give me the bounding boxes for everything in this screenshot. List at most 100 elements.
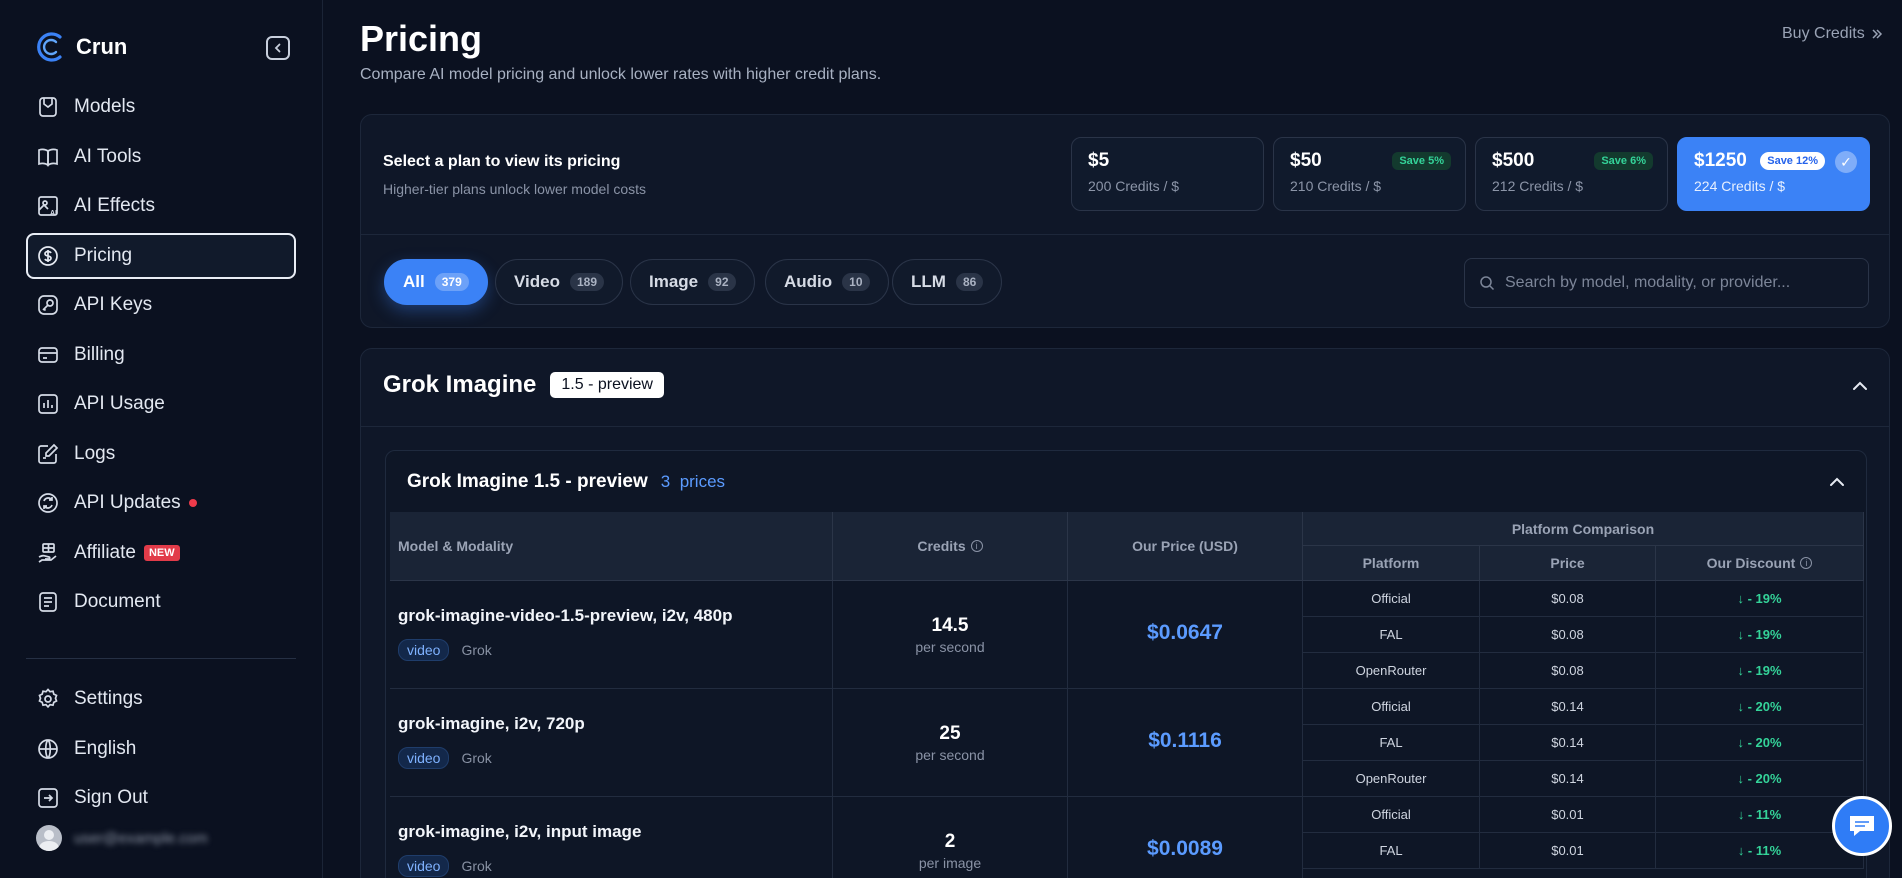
chat-bubble-icon	[1850, 816, 1874, 836]
our-price-cell: $0.1116	[1068, 689, 1303, 797]
platform-discount: ↓ - 19%	[1656, 617, 1864, 653]
sidebar-item-ai-tools[interactable]: AI Tools	[26, 134, 296, 180]
provider-name: Grok	[461, 642, 492, 658]
ai-image-icon: AI	[36, 194, 60, 218]
sidebar-item-label: API Keys	[74, 294, 153, 315]
filter-label: LLM	[911, 272, 946, 291]
platform-price: $0.01	[1480, 797, 1656, 833]
model-pricing-card: Grok Imagine 1.5 - preview 3 prices Mode…	[385, 450, 1867, 878]
filter-tab-audio[interactable]: Audio 10	[765, 259, 889, 305]
filter-count: 86	[955, 273, 984, 291]
filter-tab-llm[interactable]: LLM 86	[892, 259, 1003, 305]
platform-discount: ↓ - 19%	[1656, 653, 1864, 689]
prices-count-label: prices	[679, 472, 726, 491]
plan-tier-50[interactable]: $50 210 Credits / $ Save 5%	[1273, 137, 1466, 211]
sidebar-item-logs[interactable]: Logs	[26, 431, 296, 477]
tier-rate: 200 Credits / $	[1088, 178, 1180, 194]
our-price-value: $0.0089	[1147, 837, 1223, 860]
header-label: Model & Modality	[398, 538, 514, 554]
chat-support-button[interactable]	[1832, 796, 1892, 856]
credits-unit: per second	[915, 639, 985, 655]
sidebar-item-label: English	[74, 737, 137, 759]
search-input[interactable]	[1505, 274, 1845, 292]
header-label: Price	[1550, 555, 1585, 571]
platform-discount: ↓ - 20%	[1656, 689, 1864, 725]
model-name: grok-imagine-video-1.5-preview, i2v, 480…	[398, 606, 733, 625]
sidebar-item-sign-out[interactable]: Sign Out	[26, 775, 296, 821]
sidebar-item-language[interactable]: English	[26, 726, 296, 772]
header-label: Our Price (USD)	[1132, 538, 1238, 554]
sidebar-item-affiliate[interactable]: Affiliate NEW	[26, 530, 296, 576]
page-title: Pricing	[360, 18, 483, 59]
card-icon	[36, 343, 60, 367]
brand[interactable]: Crun	[36, 30, 127, 64]
model-header: Grok Imagine 1.5 - preview 3 prices	[407, 471, 725, 493]
our-price-value: $0.0647	[1147, 621, 1223, 644]
plan-tier-1250[interactable]: $1250 224 Credits / $ Save 12% ✓	[1677, 137, 1870, 211]
sidebar-item-settings[interactable]: Settings	[26, 676, 296, 722]
modality-tag: video	[398, 747, 450, 769]
platform-discount: ↓ - 20%	[1656, 761, 1864, 797]
modality-tag: video	[398, 855, 450, 877]
plan-selector-card: Select a plan to view its pricing Higher…	[360, 114, 1890, 328]
info-icon[interactable]: i	[970, 540, 983, 552]
provider-name: Grok	[461, 858, 492, 874]
header-label: Our Discount	[1706, 555, 1796, 571]
filter-count: 189	[569, 273, 605, 291]
collapse-sidebar-button[interactable]	[266, 36, 290, 60]
tier-rate: 224 Credits / $	[1694, 178, 1786, 194]
group-title: Grok Imagine	[383, 371, 537, 398]
our-price-cell: $0.0089	[1068, 797, 1303, 878]
edit-icon	[36, 442, 60, 466]
sign-out-icon	[36, 786, 60, 810]
chevron-up-icon[interactable]	[1851, 377, 1869, 395]
sidebar-item-billing[interactable]: Billing	[26, 332, 296, 378]
double-chevron-right-icon	[1872, 29, 1882, 39]
plan-tier-5[interactable]: $5 200 Credits / $	[1071, 137, 1264, 211]
sidebar-item-api-updates[interactable]: API Updates	[26, 480, 296, 526]
chevron-up-icon[interactable]	[1828, 473, 1846, 491]
credits-unit: per second	[915, 747, 985, 763]
plan-tier-500[interactable]: $500 212 Credits / $ Save 6%	[1475, 137, 1668, 211]
provider-name: Grok	[461, 750, 492, 766]
search-icon	[1480, 276, 1495, 291]
plan-title: Select a plan to view its pricing	[383, 153, 621, 170]
sidebar-item-ai-effects[interactable]: AI AI Effects	[26, 183, 296, 229]
svg-text:AI: AI	[50, 210, 57, 217]
prices-count[interactable]: 3 prices	[661, 472, 725, 492]
filter-tab-all[interactable]: All 379	[384, 259, 488, 305]
platform-price: $0.14	[1480, 689, 1656, 725]
platform-discount: ↓ - 19%	[1656, 581, 1864, 617]
sidebar-item-label: API Updates	[74, 492, 181, 513]
sidebar-nav: Models AI Tools AI AI Effects Pricing AP…	[26, 84, 296, 629]
filter-label: Audio	[784, 272, 833, 291]
filter-count: 379	[434, 273, 469, 291]
tier-rate: 210 Credits / $	[1290, 178, 1382, 194]
sidebar-item-models[interactable]: Models	[26, 84, 296, 130]
buy-credits-link[interactable]: Buy Credits	[1782, 25, 1883, 43]
sidebar-item-api-usage[interactable]: API Usage	[26, 381, 296, 427]
platform-name: FAL	[1303, 725, 1480, 761]
platform-discount: ↓ - 11%	[1656, 833, 1864, 869]
platform-name: FAL	[1303, 833, 1480, 869]
filter-tab-image[interactable]: Image 92	[630, 259, 755, 305]
credits-value: 2	[944, 831, 956, 852]
filter-label: All	[403, 272, 425, 291]
sidebar-item-api-keys[interactable]: API Keys	[26, 282, 296, 328]
platform-name: OpenRouter	[1303, 653, 1480, 689]
sidebar-item-pricing[interactable]: Pricing	[26, 232, 296, 279]
model-group-card: Grok Imagine 1.5 - preview Grok Imagine …	[360, 348, 1890, 878]
info-icon[interactable]: i	[1800, 557, 1813, 569]
header-label: Platform Comparison	[1511, 520, 1655, 537]
filter-count: 92	[708, 273, 736, 291]
sidebar-item-document[interactable]: Document	[26, 579, 296, 625]
group-header: Grok Imagine 1.5 - preview	[383, 371, 664, 399]
header-model-modality: Model & Modality	[390, 512, 833, 581]
sidebar-item-label: Models	[74, 96, 136, 117]
group-divider	[361, 426, 1889, 427]
tier-rate: 212 Credits / $	[1492, 178, 1584, 194]
filter-tab-video[interactable]: Video 189	[495, 259, 624, 305]
user-profile[interactable]: user@example.com	[36, 825, 208, 851]
save-badge: Save 5%	[1392, 152, 1451, 170]
header-platform: Platform	[1303, 546, 1480, 581]
